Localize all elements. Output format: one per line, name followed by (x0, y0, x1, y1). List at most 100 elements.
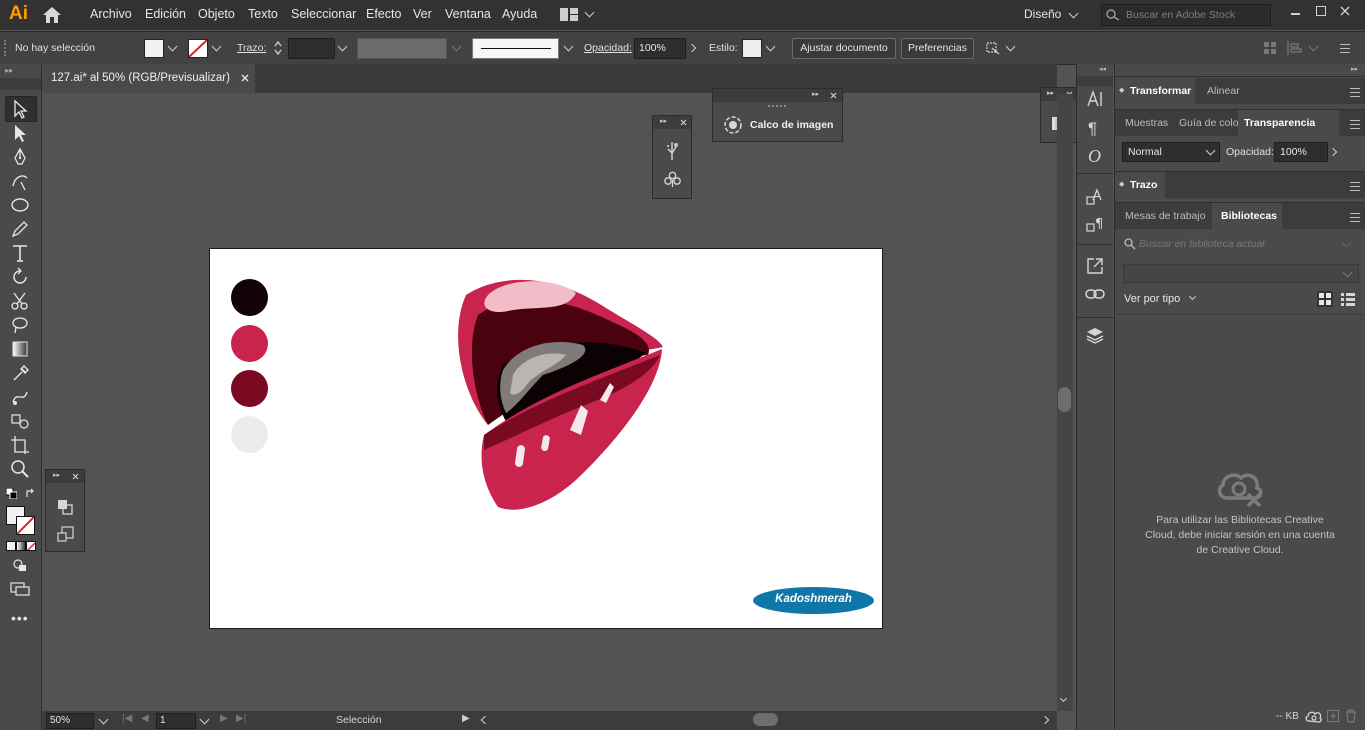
arrange-documents-icon[interactable] (560, 8, 578, 21)
chevron-down-icon[interactable] (167, 41, 178, 52)
scissors-tool-icon[interactable] (9, 290, 31, 312)
library-select[interactable] (1123, 264, 1359, 283)
default-colors-icon[interactable] (6, 488, 17, 499)
direct-selection-tool-icon[interactable] (9, 122, 31, 144)
close-icon[interactable] (830, 92, 837, 99)
rotate-tool-icon[interactable] (9, 266, 31, 288)
zoom-field[interactable]: 50% (46, 713, 94, 729)
stroke-weight-stepper[interactable] (273, 40, 283, 56)
transparency-opacity-field[interactable]: 100% (1274, 142, 1328, 162)
more-tools-icon[interactable]: ••• (11, 610, 29, 626)
blend-mode-select[interactable]: Normal (1122, 142, 1220, 162)
chevron-right-icon[interactable] (1328, 147, 1338, 157)
menu-efecto[interactable]: Efecto (366, 7, 401, 21)
panel-menu-icon[interactable] (1350, 120, 1360, 129)
close-icon[interactable] (72, 473, 79, 480)
image-trace-label[interactable]: Calco de imagen (750, 119, 833, 131)
layers-icon[interactable] (1086, 327, 1104, 344)
chevron-down-icon[interactable] (563, 41, 574, 52)
collapse-icon[interactable]: ▸▸ (53, 471, 60, 479)
menu-ventana[interactable]: Ventana (445, 7, 491, 21)
eyedropper-tool-icon[interactable] (9, 362, 31, 384)
panel-menu-icon[interactable] (1350, 213, 1360, 222)
curvature-tool-icon[interactable] (9, 170, 31, 192)
expand-icon[interactable]: ◆ (1119, 180, 1124, 188)
image-trace-icon[interactable] (723, 115, 743, 135)
symbol-sprayer-tool-icon[interactable] (9, 410, 31, 432)
minimize-icon[interactable] (1291, 13, 1300, 15)
tab-transformar[interactable]: ◆ Transformar (1115, 78, 1195, 104)
panel-menu-icon[interactable] (1350, 88, 1360, 97)
swatch-maroon[interactable] (231, 370, 268, 407)
chevron-down-icon[interactable] (211, 41, 222, 52)
menu-ver[interactable]: Ver (413, 7, 432, 21)
transform-panel-icon[interactable] (57, 526, 74, 543)
stroke-weight-field[interactable] (288, 38, 335, 59)
paragraph-icon[interactable]: ¶ (1088, 119, 1097, 139)
tab-trazo[interactable]: ◆ Trazo (1115, 172, 1165, 198)
status-menu-icon[interactable]: ▶ (462, 713, 470, 724)
vertical-scrollbar[interactable] (1057, 94, 1073, 711)
close-tab-icon[interactable] (241, 74, 249, 82)
align-icon[interactable] (1263, 41, 1277, 55)
lips-illustration[interactable] (448, 275, 668, 515)
opentype-icon[interactable]: O (1088, 146, 1101, 167)
chevron-down-icon[interactable] (337, 41, 348, 52)
transform-options-icon[interactable] (984, 40, 1000, 56)
close-icon[interactable] (680, 119, 687, 126)
stroke-swatch[interactable] (188, 39, 208, 58)
gradient-mode-button[interactable] (16, 541, 26, 551)
close-icon[interactable] (1340, 6, 1350, 16)
collapse-icon[interactable]: ▸▸ (1047, 89, 1054, 97)
horizontal-scroll-thumb[interactable] (753, 713, 778, 726)
tab-alinear[interactable]: Alinear (1207, 85, 1240, 97)
lasso-tool-icon[interactable] (9, 314, 31, 336)
add-element-icon[interactable] (1327, 710, 1339, 722)
restore-icon[interactable] (1316, 6, 1326, 16)
swatch-crimson[interactable] (231, 325, 268, 362)
workspace-switcher[interactable]: Diseño (1024, 7, 1061, 21)
menu-ayuda[interactable]: Ayuda (502, 7, 537, 21)
symbols-icon[interactable] (664, 171, 681, 188)
style-swatch[interactable] (742, 39, 762, 58)
next-artboard-icon[interactable]: ▶ (220, 713, 228, 724)
stock-search-input[interactable]: Buscar en Adobe Stock (1101, 4, 1271, 26)
scroll-left-icon[interactable] (480, 715, 490, 725)
fit-document-button[interactable]: Ajustar documento (792, 38, 896, 59)
paragraph-styles-icon[interactable]: ¶ (1086, 215, 1104, 233)
preferences-button[interactable]: Preferencias (901, 38, 974, 59)
scroll-right-icon[interactable] (1040, 715, 1050, 725)
home-icon[interactable] (42, 6, 62, 24)
tab-guia-color[interactable]: Guía de colo (1179, 117, 1239, 129)
library-search-input[interactable]: Buscar en biblioteca actual (1122, 235, 1357, 253)
pathfinder-icon[interactable] (57, 499, 74, 516)
swap-colors-icon[interactable] (25, 488, 36, 499)
export-icon[interactable] (1086, 257, 1104, 275)
screen-mode-icon[interactable] (10, 582, 30, 596)
fill-swatch[interactable] (144, 39, 164, 58)
cc-sync-icon[interactable] (1305, 710, 1323, 724)
chevron-down-icon[interactable] (98, 714, 109, 725)
document-tab[interactable]: 127.ai* al 50% (RGB/Previsualizar) (42, 64, 255, 93)
panel-menu-icon[interactable] (1340, 44, 1350, 53)
chevron-down-icon[interactable] (1188, 292, 1197, 301)
collapse-icon[interactable]: ▸▸ (660, 117, 667, 125)
artboard-tool-icon[interactable] (9, 434, 31, 456)
last-artboard-icon[interactable]: ▶| (236, 713, 246, 724)
first-artboard-icon[interactable]: |◀ (122, 713, 132, 724)
stroke-color-box[interactable] (16, 516, 35, 535)
variable-width-profile[interactable] (357, 38, 447, 59)
usb-icon[interactable] (664, 141, 680, 161)
chevron-right-icon[interactable] (687, 43, 697, 53)
pencil-tool-icon[interactable] (9, 218, 31, 240)
selection-tool-icon[interactable] (9, 98, 31, 120)
chevron-down-icon[interactable] (584, 7, 595, 18)
zoom-tool-icon[interactable] (9, 458, 31, 480)
collapse-toolbar-icon[interactable]: ▸▸ (5, 66, 13, 75)
tab-muestras[interactable]: Muestras (1125, 117, 1168, 129)
tab-bibliotecas[interactable]: Bibliotecas (1212, 203, 1282, 230)
expand-icon[interactable]: ◆ (1119, 86, 1124, 94)
chevron-down-icon[interactable] (765, 41, 776, 52)
panel-menu-icon[interactable] (1350, 182, 1360, 191)
ellipse-tool-icon[interactable] (9, 194, 31, 216)
